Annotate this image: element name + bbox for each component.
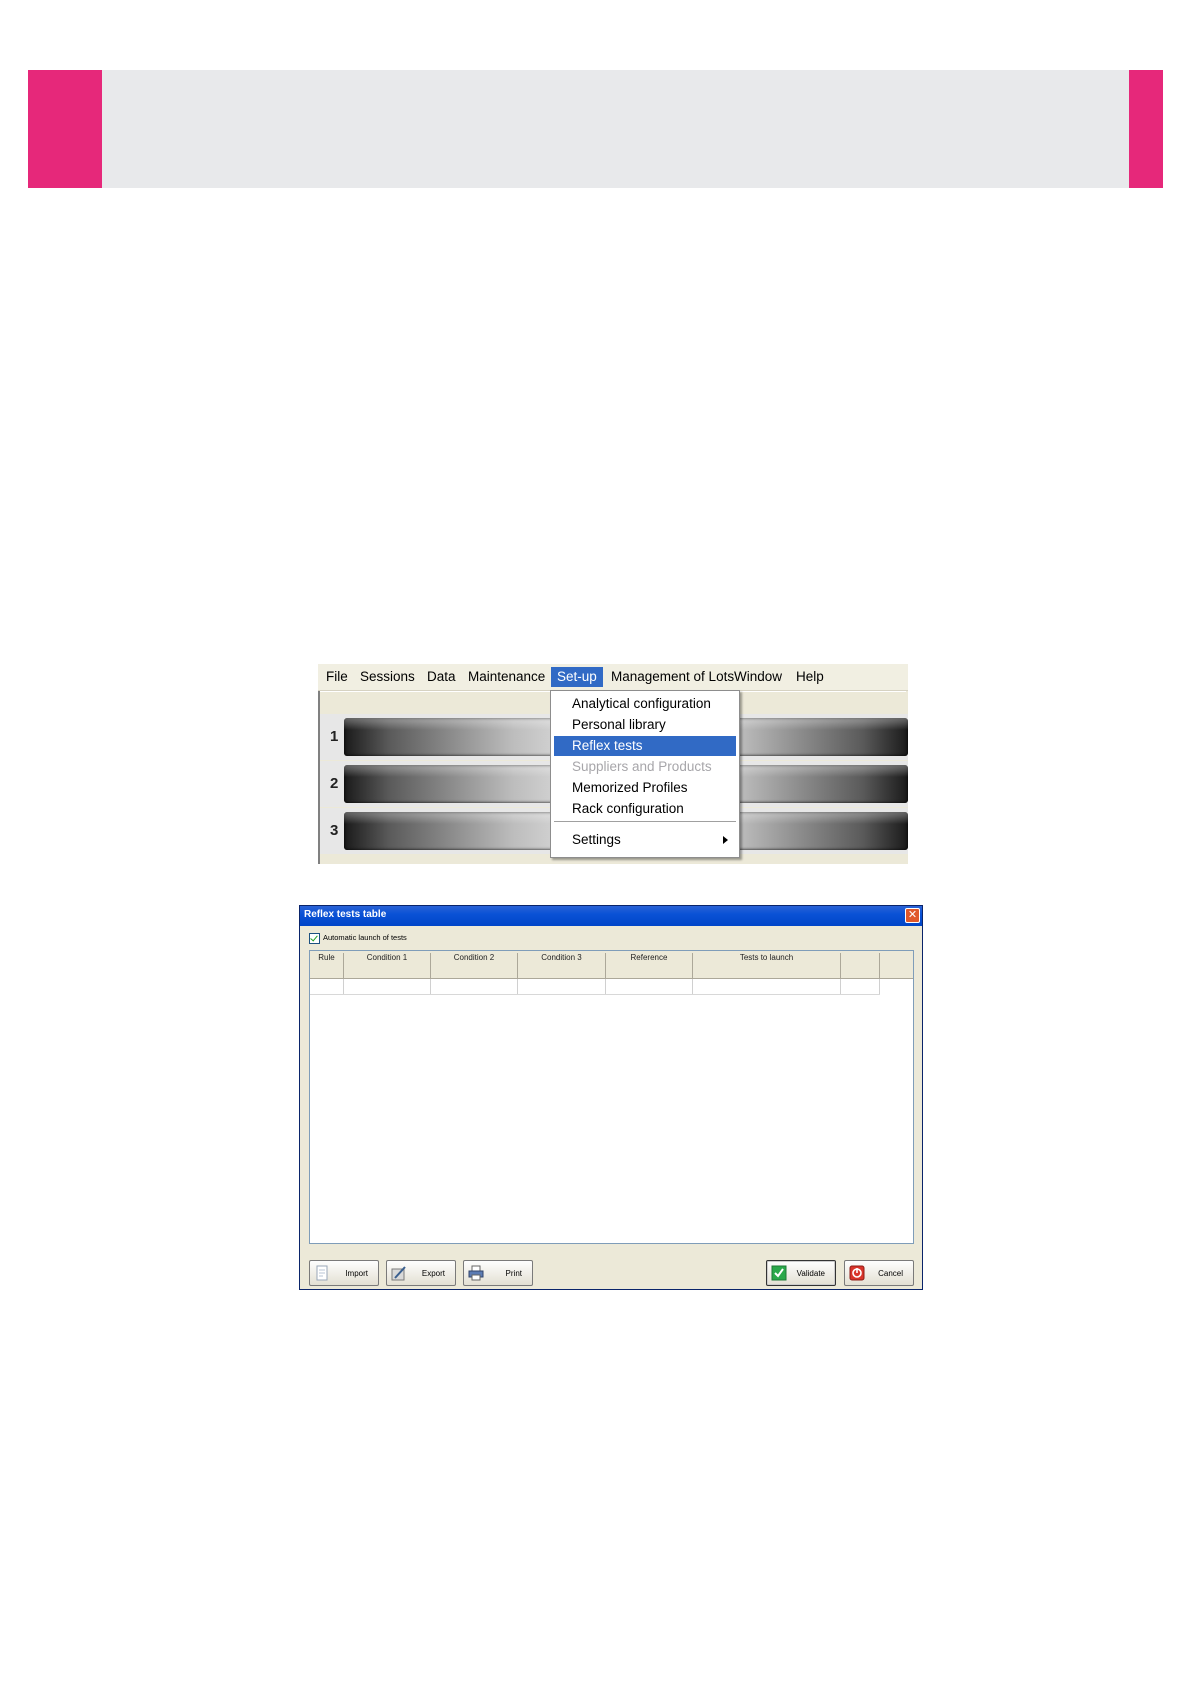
table-row[interactable] [310, 979, 880, 995]
menu-window[interactable]: Window [728, 667, 788, 687]
dialog-titlebar: Reflex tests table ✕ [300, 906, 922, 926]
menu-item-suppliers-and-products: Suppliers and Products [572, 759, 712, 774]
submenu-arrow-icon [723, 836, 728, 844]
validate-button-label: Validate [796, 1269, 825, 1278]
automatic-launch-checkbox[interactable] [309, 933, 320, 944]
print-button[interactable]: Print [463, 1260, 533, 1286]
table-cell[interactable] [310, 979, 344, 994]
cancel-button[interactable]: Cancel [844, 1260, 914, 1286]
column-header-condition-1[interactable]: Condition 1 [344, 953, 431, 978]
table-cell[interactable] [344, 979, 431, 994]
validate-button[interactable]: Validate [766, 1260, 836, 1286]
menu-item-analytical-configuration[interactable]: Analytical configuration [554, 694, 736, 714]
reflex-tests-dialog: Reflex tests table ✕ Automatic launch of… [299, 905, 923, 1290]
import-icon [316, 1265, 328, 1281]
menu-file[interactable]: File [320, 667, 354, 687]
menu-item-personal-library[interactable]: Personal library [554, 715, 736, 735]
menu-data[interactable]: Data [421, 667, 462, 687]
setup-dropdown-menu: Analytical configuration Personal librar… [550, 690, 740, 858]
column-header-rule[interactable]: Rule [310, 953, 344, 978]
menu-separator [554, 821, 736, 822]
menu-help[interactable]: Help [790, 667, 830, 687]
import-button[interactable]: Import [309, 1260, 379, 1286]
table-cell[interactable] [518, 979, 606, 994]
validate-icon [771, 1265, 787, 1281]
automatic-launch-label: Automatic launch of tests [323, 933, 407, 942]
menu-screenshot: File Sessions Data Maintenance Set-up Ma… [318, 664, 908, 864]
table-header: Rule Condition 1 Condition 2 Condition 3… [310, 951, 913, 979]
column-header-condition-3[interactable]: Condition 3 [518, 953, 606, 978]
menu-sessions[interactable]: Sessions [354, 667, 421, 687]
print-button-label: Print [505, 1269, 522, 1278]
menu-maintenance[interactable]: Maintenance [462, 667, 551, 687]
column-header-extra[interactable] [841, 953, 880, 978]
column-header-condition-2[interactable]: Condition 2 [431, 953, 518, 978]
export-button-label: Export [421, 1269, 445, 1278]
menu-item-settings[interactable]: Settings [554, 830, 736, 850]
menu-item-reflex-tests[interactable]: Reflex tests [554, 736, 736, 756]
table-cell[interactable] [431, 979, 518, 994]
import-button-label: Import [345, 1269, 368, 1278]
rack-row-number: 1 [330, 728, 339, 745]
page-header-band [28, 70, 1163, 188]
rack-row-number: 2 [330, 775, 339, 792]
export-button[interactable]: Export [386, 1260, 456, 1286]
reflex-rules-table[interactable]: Rule Condition 1 Condition 2 Condition 3… [309, 950, 914, 1244]
dialog-title: Reflex tests table [304, 909, 387, 920]
close-icon[interactable]: ✕ [905, 908, 920, 923]
export-icon [391, 1266, 406, 1281]
menu-item-memorized-profiles[interactable]: Memorized Profiles [554, 778, 736, 798]
table-cell[interactable] [841, 979, 880, 994]
header-accent-right [1129, 70, 1163, 188]
column-header-tests-to-launch[interactable]: Tests to launch [693, 953, 841, 978]
menu-item-rack-configuration[interactable]: Rack configuration [554, 799, 736, 819]
table-cell[interactable] [693, 979, 841, 994]
rack-row-number: 3 [330, 822, 339, 839]
menu-item-settings-label: Settings [572, 832, 621, 847]
table-cell[interactable] [606, 979, 693, 994]
cancel-icon [849, 1265, 865, 1281]
menu-setup[interactable]: Set-up [551, 667, 603, 687]
menu-bar: File Sessions Data Maintenance Set-up Ma… [318, 664, 908, 691]
printer-icon [468, 1265, 484, 1281]
column-header-reference[interactable]: Reference [606, 953, 693, 978]
header-accent-left [28, 70, 102, 188]
cancel-button-label: Cancel [878, 1269, 903, 1278]
menu-management-of-lots[interactable]: Management of Lots [605, 667, 740, 687]
